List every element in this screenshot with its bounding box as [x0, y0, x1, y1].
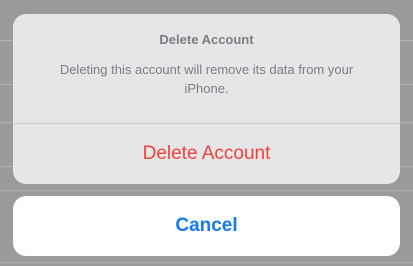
action-sheet-title: Delete Account: [159, 32, 254, 47]
action-sheet-message: Deleting this account will remove its da…: [59, 62, 354, 96]
backdrop-row-divider: [0, 190, 413, 191]
action-sheet-header: Delete Account Deleting this account wil…: [13, 14, 400, 123]
delete-account-button[interactable]: Delete Account: [13, 124, 400, 184]
action-sheet-group: Delete Account Deleting this account wil…: [13, 14, 400, 184]
cancel-button[interactable]: Cancel: [13, 196, 400, 256]
backdrop-row-divider: [0, 262, 413, 263]
